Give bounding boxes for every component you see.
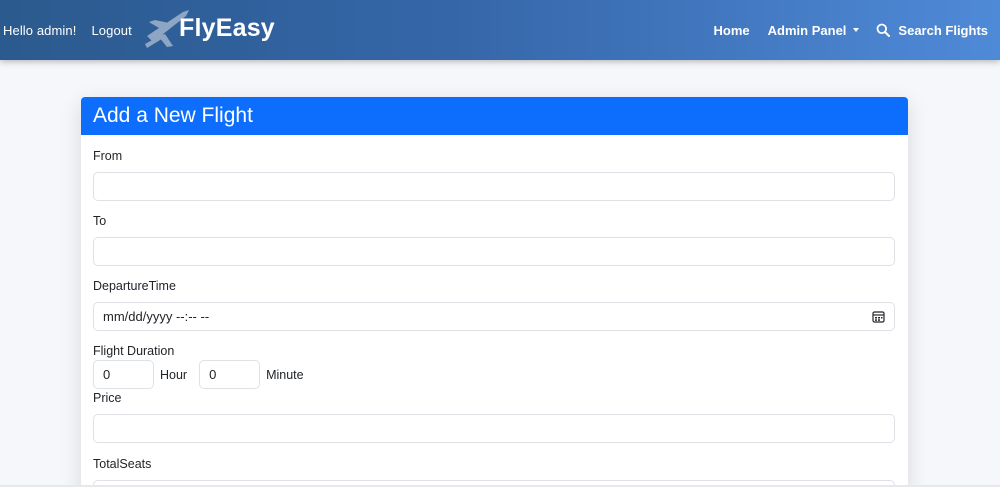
admin-panel-label: Admin Panel [767,22,847,38]
departure-time-placeholder: mm/dd/yyyy --:-- -- [103,309,210,324]
search-icon [877,23,891,37]
nav-right: Home Admin Panel Search Flights [714,0,988,60]
hour-unit-label: Hour [160,367,188,382]
brand-name: FlyEasy [179,14,275,42]
from-input[interactable] [93,172,895,201]
top-navbar: Hello admin! Logout FlyEasy Home Admin P… [0,0,1000,60]
to-input[interactable] [93,237,895,266]
nav-home-link[interactable]: Home [714,23,750,38]
logout-link[interactable]: Logout [91,23,131,38]
departure-time-label: DepartureTime [93,279,176,293]
search-flights-link[interactable]: Search Flights [876,23,988,38]
brand-logo-link[interactable]: FlyEasy [143,6,275,52]
total-seats-label: TotalSeats [93,457,152,471]
duration-minutes-input[interactable] [199,360,261,389]
minute-unit-label: Minute [266,367,304,382]
duration-hours-input[interactable] [93,360,154,389]
greeting-text: Hello admin! [3,22,77,38]
calendar-icon[interactable] [872,310,885,323]
departure-time-input[interactable]: mm/dd/yyyy --:-- -- [93,302,895,331]
from-label: From [93,149,123,163]
chevron-down-icon [853,28,860,32]
add-flight-card: Add a New Flight From To DepartureTime m… [81,97,908,487]
card-header: Add a New Flight [81,97,908,135]
flight-duration-row: Hour Minute [93,360,316,389]
price-input[interactable] [93,414,895,443]
flight-duration-label: Flight Duration [93,344,175,358]
price-label: Price [93,391,122,405]
search-flights-label: Search Flights [898,22,988,38]
page-title: Add a New Flight [93,104,253,127]
admin-panel-dropdown[interactable]: Admin Panel [768,23,860,38]
to-label: To [93,214,107,228]
nav-left: Hello admin! Logout [3,0,132,60]
